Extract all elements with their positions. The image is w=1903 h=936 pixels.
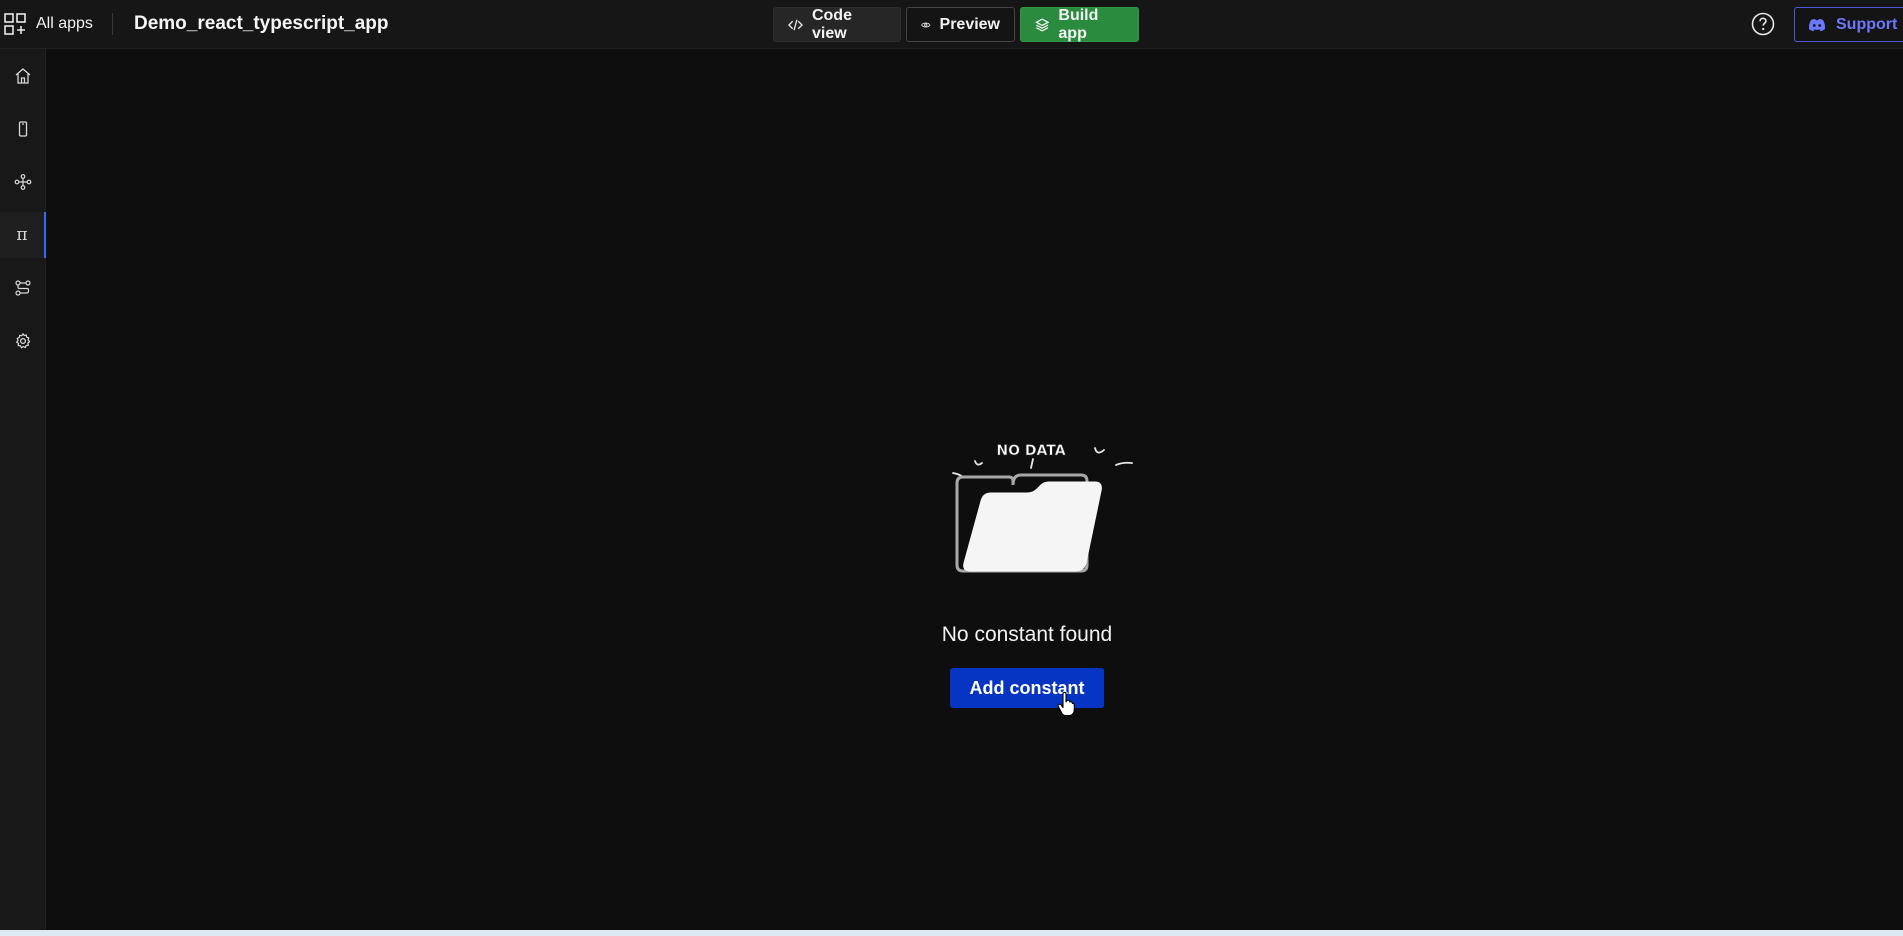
- network-icon: [14, 174, 32, 190]
- no-data-illustration-text: NO DATA: [996, 443, 1065, 459]
- preview-button[interactable]: Preview: [906, 7, 1015, 42]
- bottom-edge-strip: [0, 930, 1903, 936]
- mobile-icon: [18, 121, 28, 137]
- apps-grid-icon: [4, 13, 26, 35]
- flow-icon: [15, 280, 31, 296]
- sidebar: π: [0, 49, 46, 930]
- layers-icon: [1035, 17, 1050, 32]
- header-divider: [112, 13, 113, 35]
- gear-icon: [16, 333, 31, 349]
- build-app-label: Build app: [1058, 6, 1099, 42]
- empty-state: NO DATA No constant found Add constant: [941, 437, 1141, 717]
- eye-icon: [921, 22, 931, 27]
- sidebar-item-constants[interactable]: π: [0, 212, 46, 258]
- all-apps-link[interactable]: All apps: [4, 12, 93, 36]
- code-icon: [788, 19, 803, 30]
- sidebar-item-settings[interactable]: [0, 318, 46, 364]
- discord-icon: [1808, 18, 1826, 31]
- view-mode-buttons: Code view Preview Build app: [773, 7, 1139, 42]
- app-title: Demo_react_typescript_app: [134, 13, 389, 34]
- no-data-folder-illustration: NO DATA: [952, 443, 1133, 573]
- preview-label: Preview: [939, 15, 1000, 33]
- top-bar: All apps Demo_react_typescript_app Code …: [0, 0, 1903, 49]
- hand-pointer-cursor-icon: [1057, 691, 1075, 717]
- support-button[interactable]: Support: [1794, 7, 1903, 42]
- support-label: Support: [1836, 15, 1898, 33]
- empty-state-message: No constant found: [941, 623, 1113, 646]
- add-constant-button[interactable]: Add constant: [950, 668, 1104, 708]
- help-icon[interactable]: [1751, 12, 1775, 36]
- code-view-button[interactable]: Code view: [773, 7, 901, 42]
- main-content: NO DATA No constant found Add constant: [46, 49, 1903, 930]
- all-apps-label: All apps: [36, 15, 93, 32]
- sidebar-item-flows[interactable]: [0, 265, 46, 311]
- code-view-label: Code view: [811, 6, 852, 42]
- home-icon: [15, 68, 31, 84]
- sidebar-item-screens[interactable]: [0, 106, 46, 152]
- sidebar-item-integrations[interactable]: [0, 159, 46, 205]
- build-app-button[interactable]: Build app: [1020, 7, 1139, 42]
- pi-icon: π: [16, 225, 28, 245]
- sidebar-item-home[interactable]: [0, 53, 46, 99]
